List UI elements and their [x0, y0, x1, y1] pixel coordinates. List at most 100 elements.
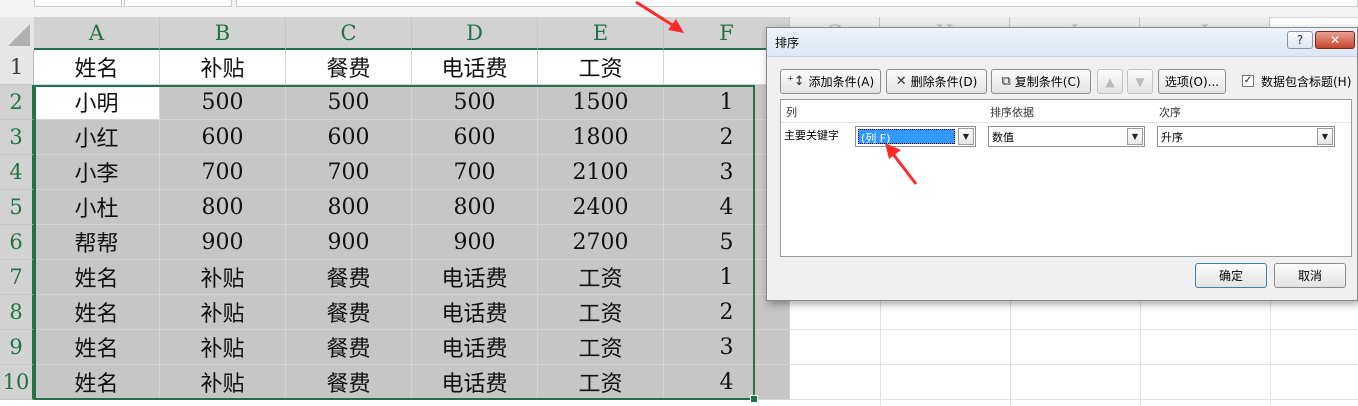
chevron-down-icon[interactable]: ▼ — [1317, 128, 1333, 145]
move-down-button[interactable]: ▼ — [1127, 69, 1153, 94]
order-dropdown[interactable]: 升序 ▼ — [1157, 126, 1335, 147]
chevron-down-icon[interactable]: ▼ — [958, 128, 974, 145]
close-button[interactable]: ✕ — [1315, 31, 1355, 49]
cell-c2[interactable]: 500 — [286, 85, 412, 120]
cell-b2[interactable]: 500 — [160, 85, 286, 120]
cell-b8[interactable]: 补贴 — [160, 295, 286, 330]
column-header-a[interactable]: A — [34, 17, 160, 50]
cell-d5[interactable]: 800 — [412, 190, 538, 225]
cell-a8[interactable]: 姓名 — [34, 295, 160, 330]
cell-c5[interactable]: 800 — [286, 190, 412, 225]
sort-column-dropdown[interactable]: (列 F) ▼ — [855, 126, 976, 147]
options-button[interactable]: 选项(O)... — [1158, 69, 1226, 94]
cell-e6[interactable]: 2700 — [538, 225, 664, 260]
header-checkbox[interactable]: ✓ — [1242, 75, 1254, 87]
cell-d7[interactable]: 电话费 — [412, 260, 538, 295]
row-header-8[interactable]: 8 — [0, 295, 34, 330]
cell-c9[interactable]: 餐费 — [286, 330, 412, 365]
cell-d2[interactable]: 500 — [412, 85, 538, 120]
name-box[interactable] — [34, 0, 122, 7]
cell-c1[interactable]: 餐费 — [286, 50, 412, 85]
move-up-icon: ▲ — [1105, 74, 1115, 89]
gridline — [790, 329, 1358, 330]
cell-c3[interactable]: 600 — [286, 120, 412, 155]
dialog-titlebar[interactable]: 排序 ? ✕ — [767, 28, 1357, 57]
formula-input[interactable] — [236, 0, 1358, 7]
delete-level-button[interactable]: ✕ 删除条件(D) — [886, 69, 987, 94]
cell-e3[interactable]: 1800 — [538, 120, 664, 155]
cell-d9[interactable]: 电话费 — [412, 330, 538, 365]
cell-f10[interactable]: 4 — [664, 365, 790, 400]
cell-c7[interactable]: 餐费 — [286, 260, 412, 295]
column-header-e[interactable]: E — [538, 17, 664, 50]
add-level-button[interactable]: ⁺↕ 添加条件(A) — [780, 69, 881, 94]
chevron-down-icon[interactable]: ▼ — [1127, 128, 1143, 145]
column-header-c[interactable]: C — [286, 17, 412, 50]
row-header-10[interactable]: 10 — [0, 365, 34, 400]
sort-on-dropdown[interactable]: 数值 ▼ — [988, 126, 1145, 147]
move-down-icon: ▼ — [1135, 74, 1145, 89]
cell-d1[interactable]: 电话费 — [412, 50, 538, 85]
cell-e10[interactable]: 工资 — [538, 365, 664, 400]
column-header-d[interactable]: D — [412, 17, 538, 50]
cell-a1[interactable]: 姓名 — [34, 50, 160, 85]
cell-b4[interactable]: 700 — [160, 155, 286, 190]
fill-handle[interactable] — [750, 395, 758, 403]
cell-a6[interactable]: 帮帮 — [34, 225, 160, 260]
ok-label: 确定 — [1218, 269, 1243, 283]
cell-c4[interactable]: 700 — [286, 155, 412, 190]
order-value: 升序 — [1161, 131, 1183, 144]
cell-e9[interactable]: 工资 — [538, 330, 664, 365]
cell-a9[interactable]: 姓名 — [34, 330, 160, 365]
cell-b7[interactable]: 补贴 — [160, 260, 286, 295]
order-header: 次序 — [1159, 106, 1181, 119]
move-up-button[interactable]: ▲ — [1097, 69, 1123, 94]
cell-e4[interactable]: 2100 — [538, 155, 664, 190]
cell-e8[interactable]: 工资 — [538, 295, 664, 330]
row-header-9[interactable]: 9 — [0, 330, 34, 365]
row-header-1[interactable]: 1 — [0, 50, 34, 85]
sort-column-value: (列 F) — [858, 129, 955, 145]
cell-e2[interactable]: 1500 — [538, 85, 664, 120]
copy-level-button[interactable]: ⧉ 复制条件(C) — [991, 69, 1091, 94]
cell-e1[interactable]: 工资 — [538, 50, 664, 85]
cell-d8[interactable]: 电话费 — [412, 295, 538, 330]
column-header-b[interactable]: B — [160, 17, 286, 50]
sort-levels-list: 列 排序依据 次序 主要关键字 (列 F) ▼ 数值 ▼ 升序 ▼ — [780, 99, 1352, 257]
cell-a7[interactable]: 姓名 — [34, 260, 160, 295]
row-header-6[interactable]: 6 — [0, 225, 34, 260]
cell-a3[interactable]: 小红 — [34, 120, 160, 155]
row-header-2[interactable]: 2 — [0, 85, 34, 120]
row-header-5[interactable]: 5 — [0, 190, 34, 225]
cell-d4[interactable]: 700 — [412, 155, 538, 190]
cell-a10[interactable]: 姓名 — [34, 365, 160, 400]
cell-b3[interactable]: 600 — [160, 120, 286, 155]
cell-e7[interactable]: 工资 — [538, 260, 664, 295]
row-header-4[interactable]: 4 — [0, 155, 34, 190]
cell-c8[interactable]: 餐费 — [286, 295, 412, 330]
select-all-corner[interactable] — [0, 17, 35, 51]
cell-f9[interactable]: 3 — [664, 330, 790, 365]
cell-c6[interactable]: 900 — [286, 225, 412, 260]
cell-b9[interactable]: 补贴 — [160, 330, 286, 365]
header-checkbox-label[interactable]: 数据包含标题(H) — [1261, 73, 1351, 90]
help-button[interactable]: ? — [1287, 31, 1313, 49]
cell-a2[interactable]: 小明 — [34, 85, 160, 120]
row-header-3[interactable]: 3 — [0, 120, 34, 155]
cell-d3[interactable]: 600 — [412, 120, 538, 155]
cell-a5[interactable]: 小杜 — [34, 190, 160, 225]
cell-b6[interactable]: 900 — [160, 225, 286, 260]
ok-button[interactable]: 确定 — [1195, 263, 1267, 288]
formula-bar-strip — [0, 0, 1358, 18]
cell-b1[interactable]: 补贴 — [160, 50, 286, 85]
cell-d10[interactable]: 电话费 — [412, 365, 538, 400]
cell-c10[interactable]: 餐费 — [286, 365, 412, 400]
cancel-button[interactable]: 取消 — [1274, 263, 1346, 288]
formula-buttons[interactable] — [124, 0, 232, 7]
cell-d6[interactable]: 900 — [412, 225, 538, 260]
cell-b10[interactable]: 补贴 — [160, 365, 286, 400]
cell-a4[interactable]: 小李 — [34, 155, 160, 190]
cell-e5[interactable]: 2400 — [538, 190, 664, 225]
cell-b5[interactable]: 800 — [160, 190, 286, 225]
row-header-7[interactable]: 7 — [0, 260, 34, 295]
